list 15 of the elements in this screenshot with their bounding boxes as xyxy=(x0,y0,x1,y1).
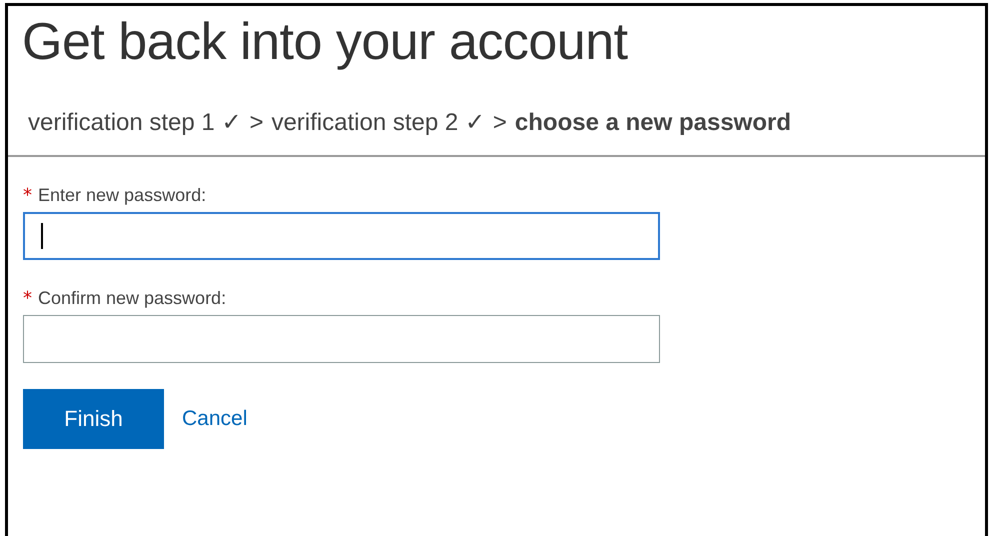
password-field[interactable] xyxy=(23,315,660,363)
breadcrumb-step: verification step 2 ✓ xyxy=(271,108,485,137)
text-cursor xyxy=(41,223,43,249)
required-mark: * xyxy=(23,185,32,206)
cancel-link[interactable]: Cancel xyxy=(182,407,248,431)
breadcrumb-separator: > xyxy=(249,109,264,137)
breadcrumb-step: choose a new password xyxy=(514,109,791,137)
required-mark: * xyxy=(23,288,32,309)
finish-button[interactable]: Finish xyxy=(23,389,164,449)
field-label: Enter new password: xyxy=(38,185,206,206)
breadcrumb-step: verification step 1 ✓ xyxy=(28,108,242,137)
field-label: Confirm new password: xyxy=(38,288,226,309)
password-field[interactable] xyxy=(23,212,660,260)
breadcrumb-separator: > xyxy=(492,109,507,137)
page-title: Get back into your account xyxy=(22,12,629,72)
